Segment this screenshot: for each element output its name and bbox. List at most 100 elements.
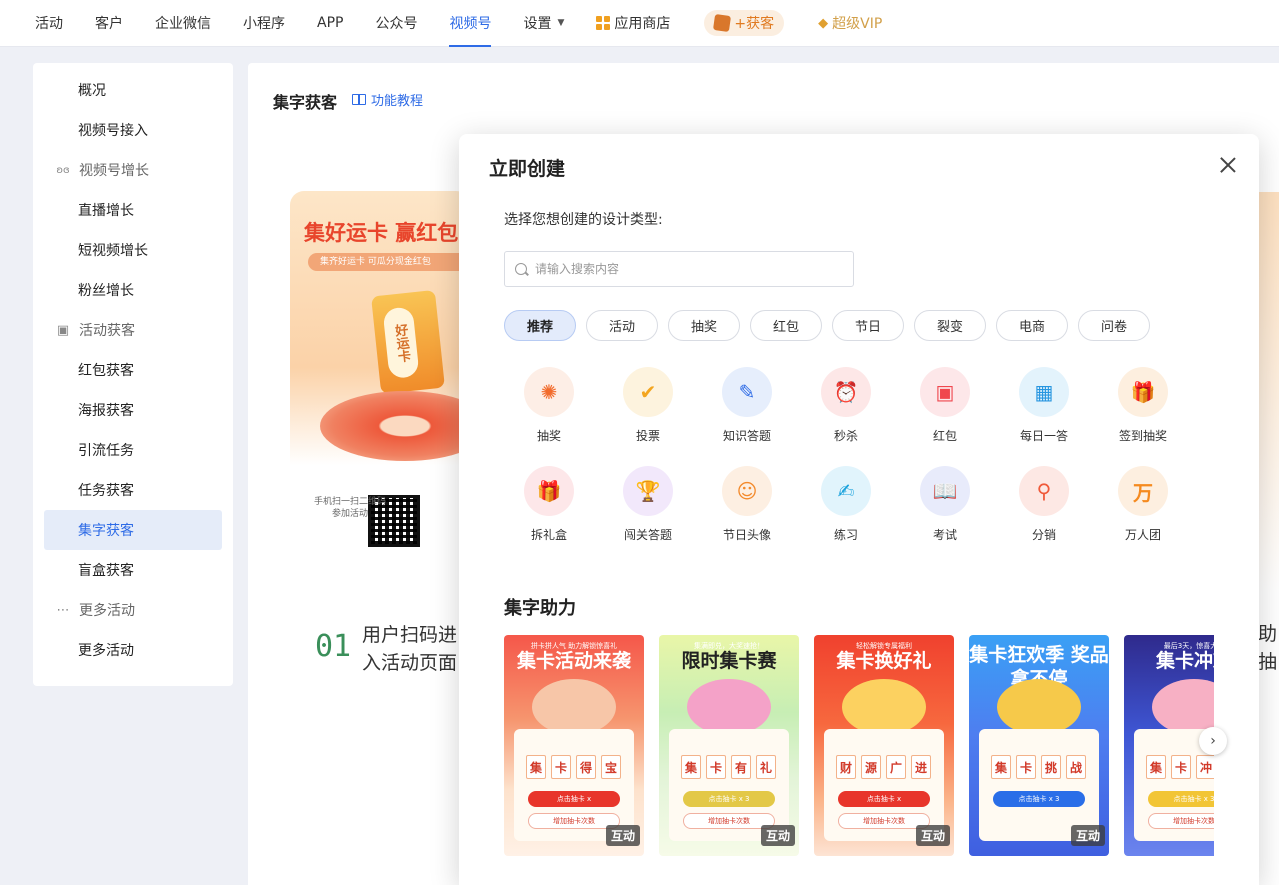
tab-3[interactable]: 红包 [750, 310, 822, 341]
sidebar-item-9[interactable]: 引流任务 [44, 430, 222, 470]
get-customer-button[interactable]: +获客 [704, 10, 785, 36]
template-label: 考试 [932, 528, 957, 542]
card-illustration [1152, 679, 1214, 735]
nav-item-miniprogram[interactable]: 小程序 [243, 0, 285, 47]
template-item[interactable]: ✍ 练习 [801, 466, 891, 543]
wheel-icon: ✺ [524, 367, 574, 417]
template-card[interactable]: 拼卡拼人气 助力解锁惊喜礼 集卡活动来袭集卡得宝点击抽卡 x 增加抽卡次数 互动 [504, 635, 644, 856]
card-cells: 集卡冲刺 [1146, 755, 1214, 779]
template-item[interactable]: 万万人团 [1098, 466, 1188, 543]
template-item[interactable]: ▦ 每日一答 [999, 367, 1089, 444]
avatar-frame-icon: ☺ [722, 466, 772, 516]
super-vip-label: 超级VIP [832, 16, 883, 32]
template-label: 秒杀 [833, 429, 858, 443]
card-title: 集卡活动来袭 [516, 650, 631, 672]
tab-6[interactable]: 电商 [996, 310, 1068, 341]
card-cell: 战 [1066, 755, 1086, 779]
card-cell: 广 [886, 755, 906, 779]
sidebar: 概况 视频号接入 ʚɞ 视频号增长 直播增长 短视频增长 粉丝增长 ▣ 活动获客 红包获客 海报获客… [33, 63, 233, 686]
sidebar-item-12[interactable]: 盲盒获客 [44, 550, 222, 590]
template-item[interactable]: ▣ 红包 [900, 367, 990, 444]
tab-7[interactable]: 问卷 [1078, 310, 1150, 341]
pen-icon: ✎ [722, 367, 772, 417]
sidebar-item-5[interactable]: 粉丝增长 [44, 270, 222, 310]
sidebar-item-7[interactable]: 红包获客 [44, 350, 222, 390]
card-tag: 互动 [915, 825, 950, 846]
tab-0[interactable]: 推荐 [504, 310, 576, 341]
vote-icon: ✔ [623, 367, 673, 417]
template-card[interactable]: 集满即兑，大奖速抢！ 限时集卡赛集卡有礼点击抽卡 x 3 增加抽卡次数 互动 [659, 635, 799, 856]
promo-preview: 集好运卡 赢红包 集齐好运卡 可瓜分现金红包 好运卡 [290, 191, 470, 583]
template-item[interactable]: ⚲ 分销 [999, 466, 1089, 543]
template-label: 节日头像 [722, 528, 771, 542]
gift-box-icon: 🎁 [1118, 367, 1168, 417]
template-label: 分销 [1031, 528, 1056, 542]
template-item[interactable]: ⏰ 秒杀 [801, 367, 891, 444]
sidebar-item-3[interactable]: 直播增长 [44, 190, 222, 230]
template-item[interactable]: 🎁 签到抽奖 [1098, 367, 1188, 444]
sidebar-item-14[interactable]: 更多活动 [44, 630, 222, 670]
tab-1[interactable]: 活动 [586, 310, 658, 341]
nav-item-wecom[interactable]: 企业微信 [155, 0, 211, 47]
sidebar-item-11[interactable]: 集字获客 [44, 510, 222, 550]
app-store-link[interactable]: 应用商店 [596, 13, 670, 33]
tutorial-link[interactable]: 功能教程 [352, 90, 423, 109]
id-card-icon: ▣ [56, 322, 70, 338]
nav-item-official-account[interactable]: 公众号 [375, 0, 417, 47]
get-customer-label: +获客 [734, 16, 775, 32]
template-card[interactable]: 集卡狂欢季 奖品拿不停集卡挑战点击抽卡 x 3互动 [969, 635, 1109, 856]
template-item[interactable]: 🏆 闯关答题 [603, 466, 693, 543]
sidebar-group-13: ⋯ 更多活动 [44, 590, 222, 630]
card-cell: 冲 [1196, 755, 1214, 779]
chevron-right-icon: › [1210, 733, 1216, 749]
template-item[interactable]: ✔ 投票 [603, 367, 693, 444]
nav-item-settings[interactable]: 设置 ▼ [523, 0, 564, 47]
card-cell: 进 [911, 755, 931, 779]
card-tag: 互动 [605, 825, 640, 846]
lucky-card: 好运卡 [371, 289, 445, 395]
sidebar-item-0[interactable]: 概况 [44, 70, 222, 110]
more-circle-icon: ⋯ [56, 602, 70, 618]
right-preview-peek [1259, 192, 1279, 592]
nav-item-activity[interactable]: 活动 [35, 0, 63, 47]
nav-item-app[interactable]: APP [317, 0, 343, 47]
right-step-text: 助 抽 [1258, 623, 1278, 673]
card-draw-button: 点击抽卡 x 3 [683, 791, 775, 807]
book-icon [352, 94, 366, 105]
cube-icon [713, 13, 732, 33]
template-item[interactable]: ☺ 节日头像 [702, 466, 792, 543]
sidebar-item-10[interactable]: 任务获客 [44, 470, 222, 510]
search-input[interactable] [535, 262, 825, 276]
close-icon[interactable] [1218, 155, 1238, 175]
template-carousel: 拼卡拼人气 助力解锁惊喜礼 集卡活动来袭集卡得宝点击抽卡 x 增加抽卡次数 互动 集满即… [504, 635, 1214, 865]
nav-item-customer[interactable]: 客户 [95, 0, 123, 47]
sidebar-item-label: 任务获客 [78, 483, 134, 499]
card-cell: 集 [1146, 755, 1166, 779]
template-label: 闯关答题 [623, 528, 672, 542]
template-item[interactable]: ✎ 知识答题 [702, 367, 792, 444]
card-cell: 集 [991, 755, 1011, 779]
template-item[interactable]: ✺ 抽奖 [504, 367, 594, 444]
template-item[interactable]: 📖 考试 [900, 466, 990, 543]
sidebar-item-label: 粉丝增长 [78, 283, 134, 299]
template-label: 万人团 [1124, 528, 1161, 542]
card-cell: 挑 [1041, 755, 1061, 779]
tab-4[interactable]: 节日 [832, 310, 904, 341]
sidebar-item-8[interactable]: 海报获客 [44, 390, 222, 430]
tab-5[interactable]: 裂变 [914, 310, 986, 341]
sidebar-group-6: ▣ 活动获客 [44, 310, 222, 350]
sidebar-item-4[interactable]: 短视频增长 [44, 230, 222, 270]
sidebar-item-label: 概况 [78, 83, 106, 99]
sidebar-item-1[interactable]: 视频号接入 [44, 110, 222, 150]
exam-icon: 📖 [920, 466, 970, 516]
tab-2[interactable]: 抽奖 [668, 310, 740, 341]
sidebar-item-label: 海报获客 [78, 403, 134, 419]
carousel-next-button[interactable]: › [1199, 727, 1227, 755]
template-label: 练习 [833, 528, 858, 542]
modal-prompt: 选择您想创建的设计类型: [504, 212, 663, 228]
nav-item-channels[interactable]: 视频号 [449, 0, 492, 47]
super-vip-link[interactable]: ◆ 超级VIP [818, 13, 882, 33]
template-card[interactable]: 轻松解锁专属福利 集卡换好礼财源广进点击抽卡 x 增加抽卡次数 互动 [814, 635, 954, 856]
template-item[interactable]: 🎁 拆礼盒 [504, 466, 594, 543]
group-buy-icon: 万 [1118, 466, 1168, 516]
